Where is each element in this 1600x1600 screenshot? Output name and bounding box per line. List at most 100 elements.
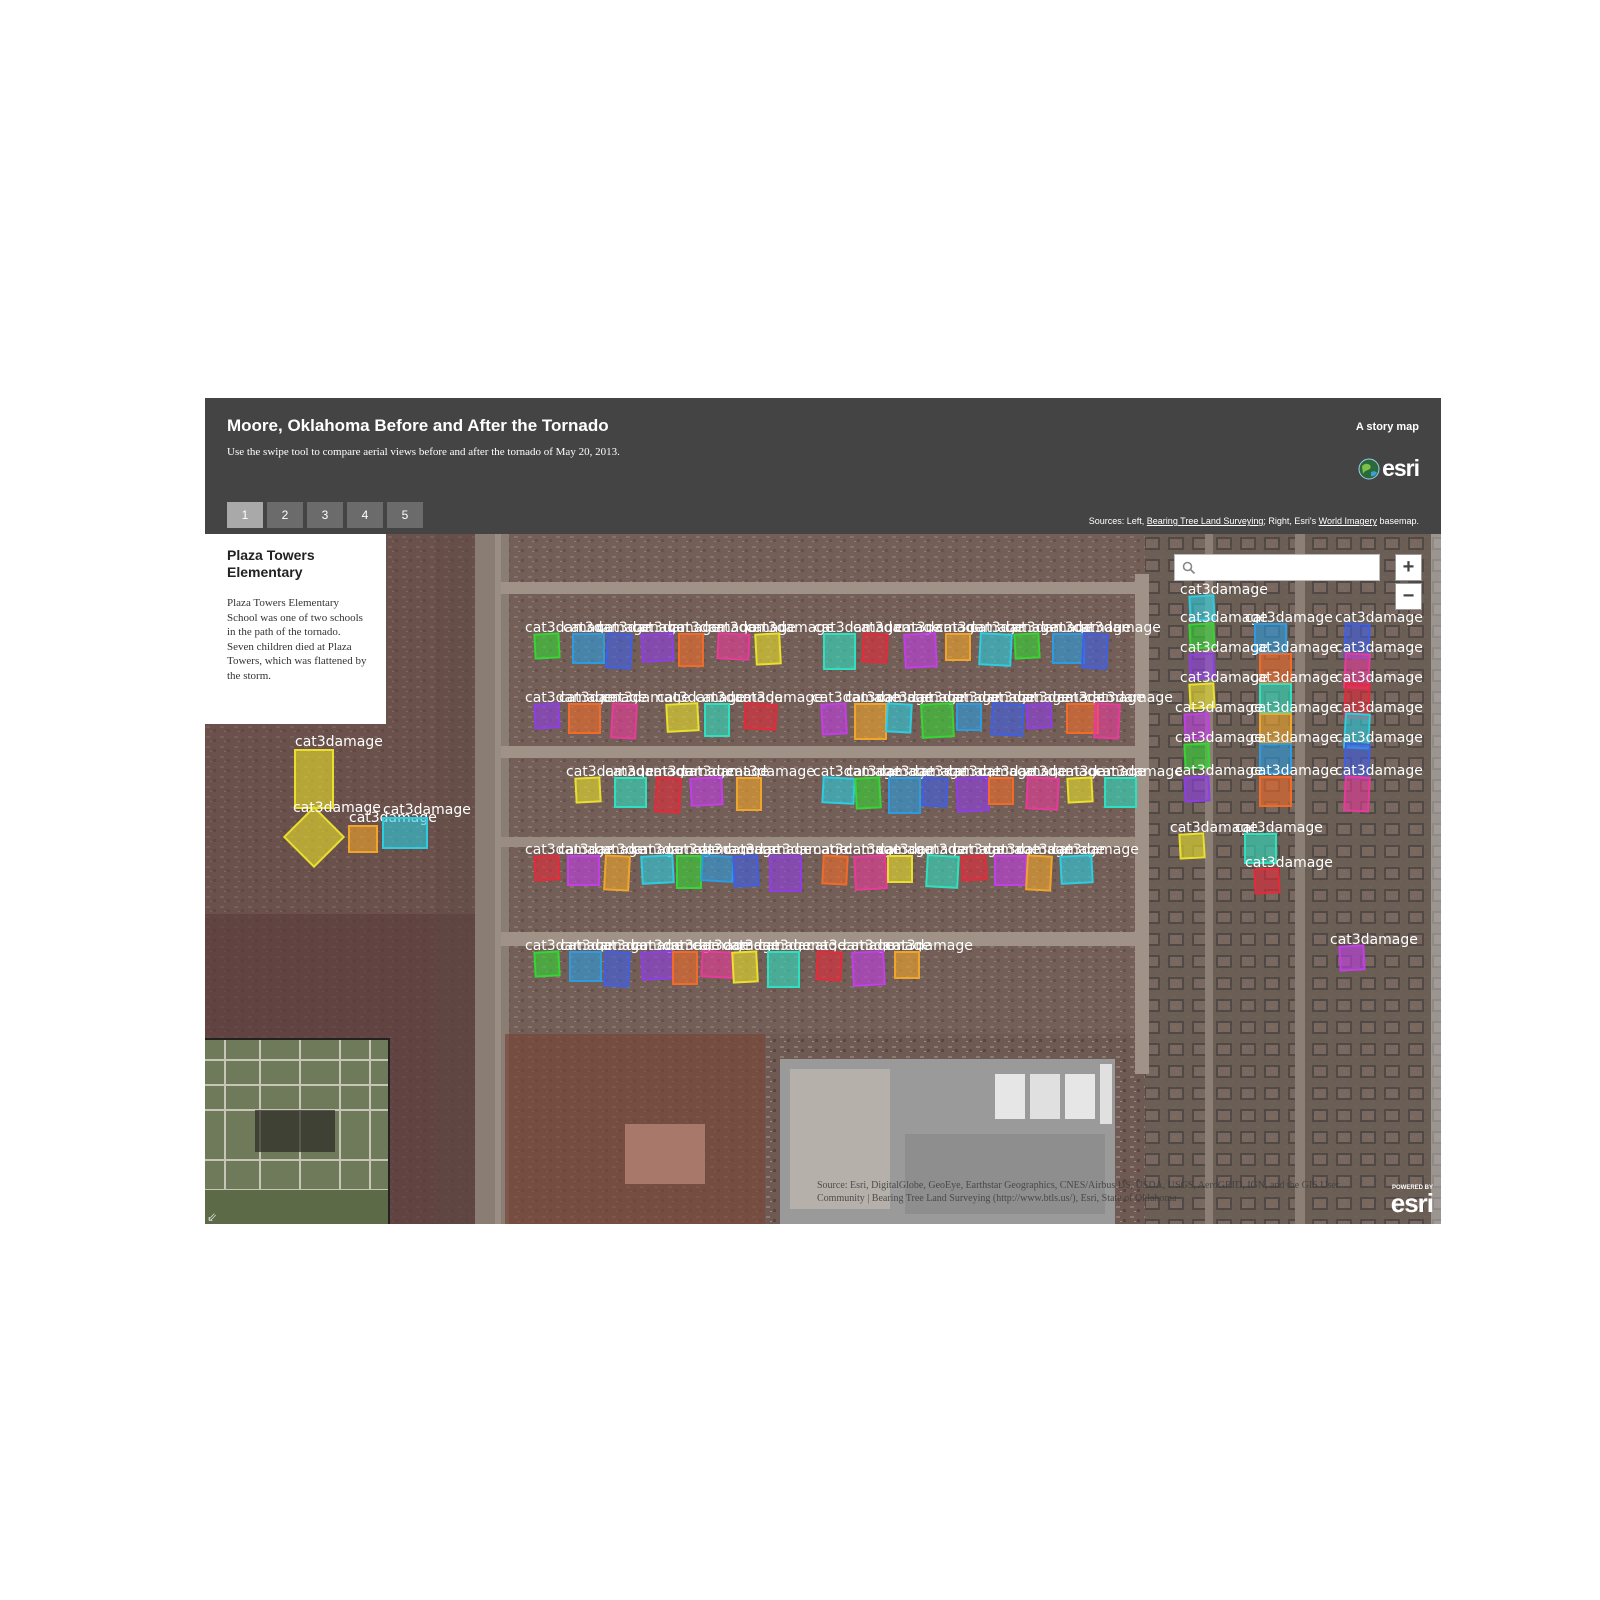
damage-marker[interactable] bbox=[736, 777, 762, 811]
damage-marker[interactable] bbox=[1025, 854, 1053, 892]
tab-3[interactable]: 3 bbox=[307, 502, 343, 528]
damage-marker[interactable] bbox=[903, 632, 938, 669]
damage-marker[interactable] bbox=[1183, 775, 1211, 803]
damage-marker[interactable] bbox=[716, 632, 751, 661]
damage-marker[interactable] bbox=[821, 854, 849, 886]
arrow-icon[interactable]: ⇙ bbox=[207, 1210, 217, 1224]
zoom-in-button[interactable]: + bbox=[1395, 554, 1422, 581]
damage-marker[interactable] bbox=[572, 633, 605, 664]
damage-marker[interactable] bbox=[1059, 854, 1094, 885]
damage-marker[interactable] bbox=[820, 702, 848, 736]
damage-marker[interactable] bbox=[533, 854, 561, 882]
damage-marker[interactable] bbox=[640, 632, 675, 663]
zoom-out-button[interactable]: − bbox=[1395, 583, 1422, 610]
damage-marker[interactable] bbox=[1178, 832, 1206, 860]
map-view[interactable]: cat3damage cat3damage cat3damage cat3damage… bbox=[205, 534, 1441, 1224]
damage-marker[interactable] bbox=[610, 702, 638, 740]
search-input[interactable] bbox=[1201, 558, 1377, 579]
damage-marker[interactable] bbox=[676, 855, 702, 889]
damage-marker[interactable] bbox=[769, 855, 802, 892]
search-box[interactable] bbox=[1174, 554, 1380, 581]
damage-marker[interactable] bbox=[1104, 777, 1137, 808]
damage-marker[interactable] bbox=[754, 632, 782, 666]
damage-marker-label: cat3damage bbox=[1051, 842, 1139, 858]
damage-marker[interactable] bbox=[732, 854, 760, 888]
damage-marker[interactable] bbox=[654, 776, 682, 814]
damage-marker[interactable] bbox=[921, 776, 949, 808]
damage-marker[interactable] bbox=[1025, 702, 1053, 730]
powered-by-esri-logo[interactable]: POWERED BY esri bbox=[1391, 1185, 1434, 1217]
damage-marker[interactable] bbox=[1025, 776, 1060, 811]
damage-marker[interactable] bbox=[1093, 702, 1121, 740]
damage-marker[interactable] bbox=[640, 950, 675, 981]
damage-marker[interactable] bbox=[851, 950, 886, 987]
damage-marker[interactable] bbox=[994, 855, 1027, 886]
tab-1[interactable]: 1 bbox=[227, 502, 263, 528]
tab-5[interactable]: 5 bbox=[387, 502, 423, 528]
damage-marker[interactable] bbox=[955, 776, 990, 813]
damage-marker-label: cat3damage bbox=[1250, 763, 1338, 779]
damage-marker[interactable] bbox=[990, 702, 1025, 737]
damage-marker[interactable] bbox=[767, 951, 800, 988]
damage-marker[interactable] bbox=[956, 703, 982, 731]
damage-marker[interactable] bbox=[700, 854, 735, 883]
damage-marker[interactable] bbox=[689, 776, 724, 807]
info-panel-title: Plaza Towers Elementary bbox=[227, 547, 315, 580]
damage-marker[interactable] bbox=[920, 702, 955, 739]
damage-marker[interactable] bbox=[731, 950, 759, 984]
damage-marker[interactable] bbox=[888, 777, 921, 814]
damage-marker[interactable] bbox=[823, 633, 856, 670]
damage-marker[interactable] bbox=[533, 632, 561, 660]
damage-marker[interactable] bbox=[1259, 776, 1292, 807]
damage-marker[interactable] bbox=[854, 776, 882, 810]
damage-marker[interactable] bbox=[640, 854, 675, 885]
damage-marker[interactable] bbox=[665, 702, 700, 733]
damage-marker[interactable] bbox=[605, 632, 633, 670]
damage-marker[interactable] bbox=[614, 777, 647, 808]
damage-marker[interactable] bbox=[960, 854, 988, 882]
damage-marker[interactable] bbox=[348, 825, 378, 853]
damage-marker[interactable] bbox=[382, 817, 428, 849]
damage-marker[interactable] bbox=[704, 703, 730, 737]
damage-marker[interactable] bbox=[603, 854, 631, 892]
damage-marker[interactable] bbox=[574, 776, 602, 804]
damage-marker[interactable] bbox=[894, 951, 920, 979]
tab-2[interactable]: 2 bbox=[267, 502, 303, 528]
damage-marker[interactable] bbox=[1081, 632, 1109, 670]
damage-marker[interactable] bbox=[885, 702, 913, 734]
damage-marker[interactable] bbox=[988, 777, 1014, 805]
damage-marker[interactable] bbox=[569, 951, 602, 982]
damage-marker[interactable] bbox=[1253, 867, 1281, 895]
damage-marker[interactable] bbox=[678, 633, 704, 667]
damage-marker[interactable] bbox=[1052, 633, 1085, 664]
damage-marker[interactable] bbox=[568, 703, 601, 734]
damage-marker[interactable] bbox=[603, 950, 631, 988]
damage-marker[interactable] bbox=[853, 854, 888, 891]
damage-marker[interactable] bbox=[1066, 776, 1094, 804]
damage-marker[interactable] bbox=[821, 776, 856, 805]
damage-marker[interactable] bbox=[861, 632, 889, 664]
damage-marker[interactable] bbox=[672, 951, 698, 985]
overview-map[interactable] bbox=[205, 1038, 390, 1224]
damage-marker[interactable] bbox=[887, 855, 913, 883]
damage-marker[interactable] bbox=[567, 855, 600, 886]
damage-marker[interactable] bbox=[815, 950, 843, 982]
damage-marker[interactable] bbox=[925, 854, 960, 889]
damage-marker[interactable] bbox=[1338, 944, 1366, 972]
damage-marker[interactable] bbox=[1066, 703, 1099, 734]
damage-marker[interactable] bbox=[854, 703, 887, 740]
damage-marker[interactable] bbox=[743, 702, 778, 731]
damage-marker[interactable] bbox=[533, 950, 561, 978]
damage-marker-label: cat3damage bbox=[1250, 730, 1338, 746]
damage-marker[interactable] bbox=[700, 950, 735, 979]
damage-marker[interactable] bbox=[1013, 632, 1041, 660]
sources-left-link[interactable]: Bearing Tree Land Surveying bbox=[1147, 516, 1264, 526]
damage-marker[interactable] bbox=[978, 632, 1013, 667]
damage-marker[interactable] bbox=[533, 702, 561, 730]
sources-right-link[interactable]: World Imagery bbox=[1319, 516, 1377, 526]
esri-logo[interactable]: esri bbox=[1358, 455, 1420, 482]
story-map-link[interactable]: A story map bbox=[1356, 421, 1419, 433]
damage-marker[interactable] bbox=[945, 633, 971, 661]
damage-marker[interactable] bbox=[1343, 775, 1371, 813]
tab-4[interactable]: 4 bbox=[347, 502, 383, 528]
